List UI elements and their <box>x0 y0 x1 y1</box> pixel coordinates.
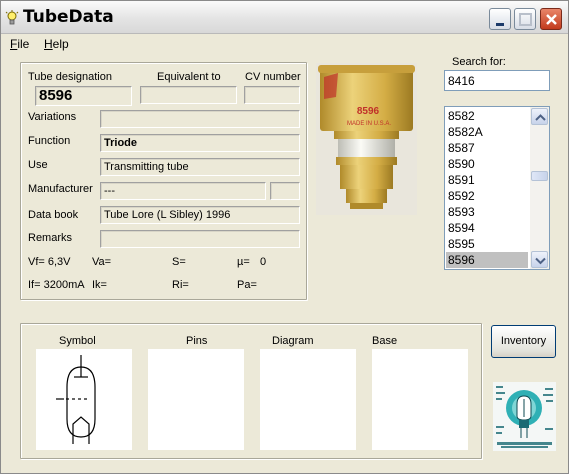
maximize-button[interactable] <box>514 8 536 30</box>
pa-value: Pa= <box>237 279 257 291</box>
manufacturer-code-field[interactable] <box>270 182 300 200</box>
pins-panel <box>148 349 244 450</box>
symbol-panel <box>36 349 132 450</box>
function-field[interactable]: Triode <box>100 134 300 152</box>
diagram-panel <box>260 349 356 450</box>
scroll-thumb[interactable] <box>531 171 548 181</box>
ri-value: Ri= <box>172 279 189 291</box>
list-item[interactable]: 8593 <box>446 204 528 220</box>
diagram-title: Diagram <box>272 335 314 347</box>
window-title: TubeData <box>23 7 114 27</box>
equivalent-to-label: Equivalent to <box>157 71 221 83</box>
manufacturer-field[interactable]: --- <box>100 182 266 200</box>
cv-number-label: CV number <box>245 71 301 83</box>
menu-help[interactable]: Help <box>44 37 69 51</box>
tube-list[interactable]: 8582 8582A 8587 8590 8591 8592 8593 8594 8595 859… <box>444 106 550 270</box>
use-field[interactable]: Transmitting tube <box>100 158 300 176</box>
list-item[interactable]: 8582A <box>446 124 528 140</box>
data-book-field[interactable]: Tube Lore (L Sibley) 1996 <box>100 206 300 224</box>
tube-designation-field[interactable]: 8596 <box>35 86 132 106</box>
app-window: TubeData File Help Tube designation Equi… <box>0 0 569 474</box>
menu-file[interactable]: File <box>10 37 29 51</box>
search-input[interactable]: 8416 <box>444 70 550 91</box>
ik-value: Ik= <box>92 279 107 291</box>
menu-bar: File Help <box>1 34 568 54</box>
tube-logo <box>493 382 556 451</box>
maximize-icon <box>519 13 532 26</box>
if-value: If= 3200mA <box>28 279 85 291</box>
search-label: Search for: <box>452 56 506 68</box>
tube-label-origin: MADE IN U.S.A. <box>347 121 391 127</box>
list-item[interactable]: 8591 <box>446 172 528 188</box>
vf-value: Vf= 6,3V <box>28 256 71 268</box>
cv-number-field[interactable] <box>244 86 300 104</box>
base-title: Base <box>372 335 398 347</box>
scroll-down-button[interactable] <box>531 251 548 268</box>
mu-label: µ= <box>237 256 250 268</box>
scroll-up-button[interactable] <box>531 108 548 125</box>
chevron-down-icon <box>535 257 546 265</box>
manufacturer-label: Manufacturer <box>28 183 93 195</box>
list-item[interactable]: 8596 <box>446 252 528 268</box>
equivalent-to-field[interactable] <box>140 86 237 104</box>
minimize-icon <box>496 23 504 26</box>
inventory-button[interactable]: Inventory <box>491 325 556 358</box>
list-item[interactable]: 8592 <box>446 188 528 204</box>
variations-label: Variations <box>28 111 77 123</box>
minimize-button[interactable] <box>489 8 511 30</box>
tube-logo-image <box>493 382 556 451</box>
va-value: Va= <box>92 256 112 268</box>
close-button[interactable] <box>540 8 562 30</box>
s-value: S= <box>172 256 186 268</box>
tube-image: 8596 MADE IN U.S.A. <box>316 63 417 215</box>
function-label: Function <box>28 135 71 147</box>
symbol-title: Symbol <box>59 335 96 347</box>
close-icon <box>546 14 557 25</box>
triode-symbol-icon <box>56 355 96 444</box>
list-item[interactable]: 8595 <box>446 236 528 252</box>
data-book-label: Data book <box>28 209 79 221</box>
tube-photo: 8596 MADE IN U.S.A. <box>316 63 417 215</box>
pins-title: Pins <box>186 335 208 347</box>
list-item[interactable]: 8590 <box>446 156 528 172</box>
remarks-field[interactable] <box>100 230 300 248</box>
remarks-label: Remarks <box>28 232 73 244</box>
list-item[interactable]: 8582 <box>446 108 528 124</box>
mu-value: 0 <box>260 256 267 268</box>
use-label: Use <box>28 159 48 171</box>
list-item[interactable]: 8587 <box>446 140 528 156</box>
base-panel <box>372 349 468 450</box>
list-scrollbar[interactable] <box>530 107 549 269</box>
title-bar[interactable]: TubeData <box>1 1 568 34</box>
variations-field[interactable] <box>100 110 300 128</box>
tube-designation-label: Tube designation <box>28 71 112 83</box>
chevron-up-icon <box>535 114 546 121</box>
list-item[interactable]: 8594 <box>446 220 528 236</box>
tube-label-number: 8596 <box>357 106 380 117</box>
lightbulb-icon <box>5 10 19 26</box>
